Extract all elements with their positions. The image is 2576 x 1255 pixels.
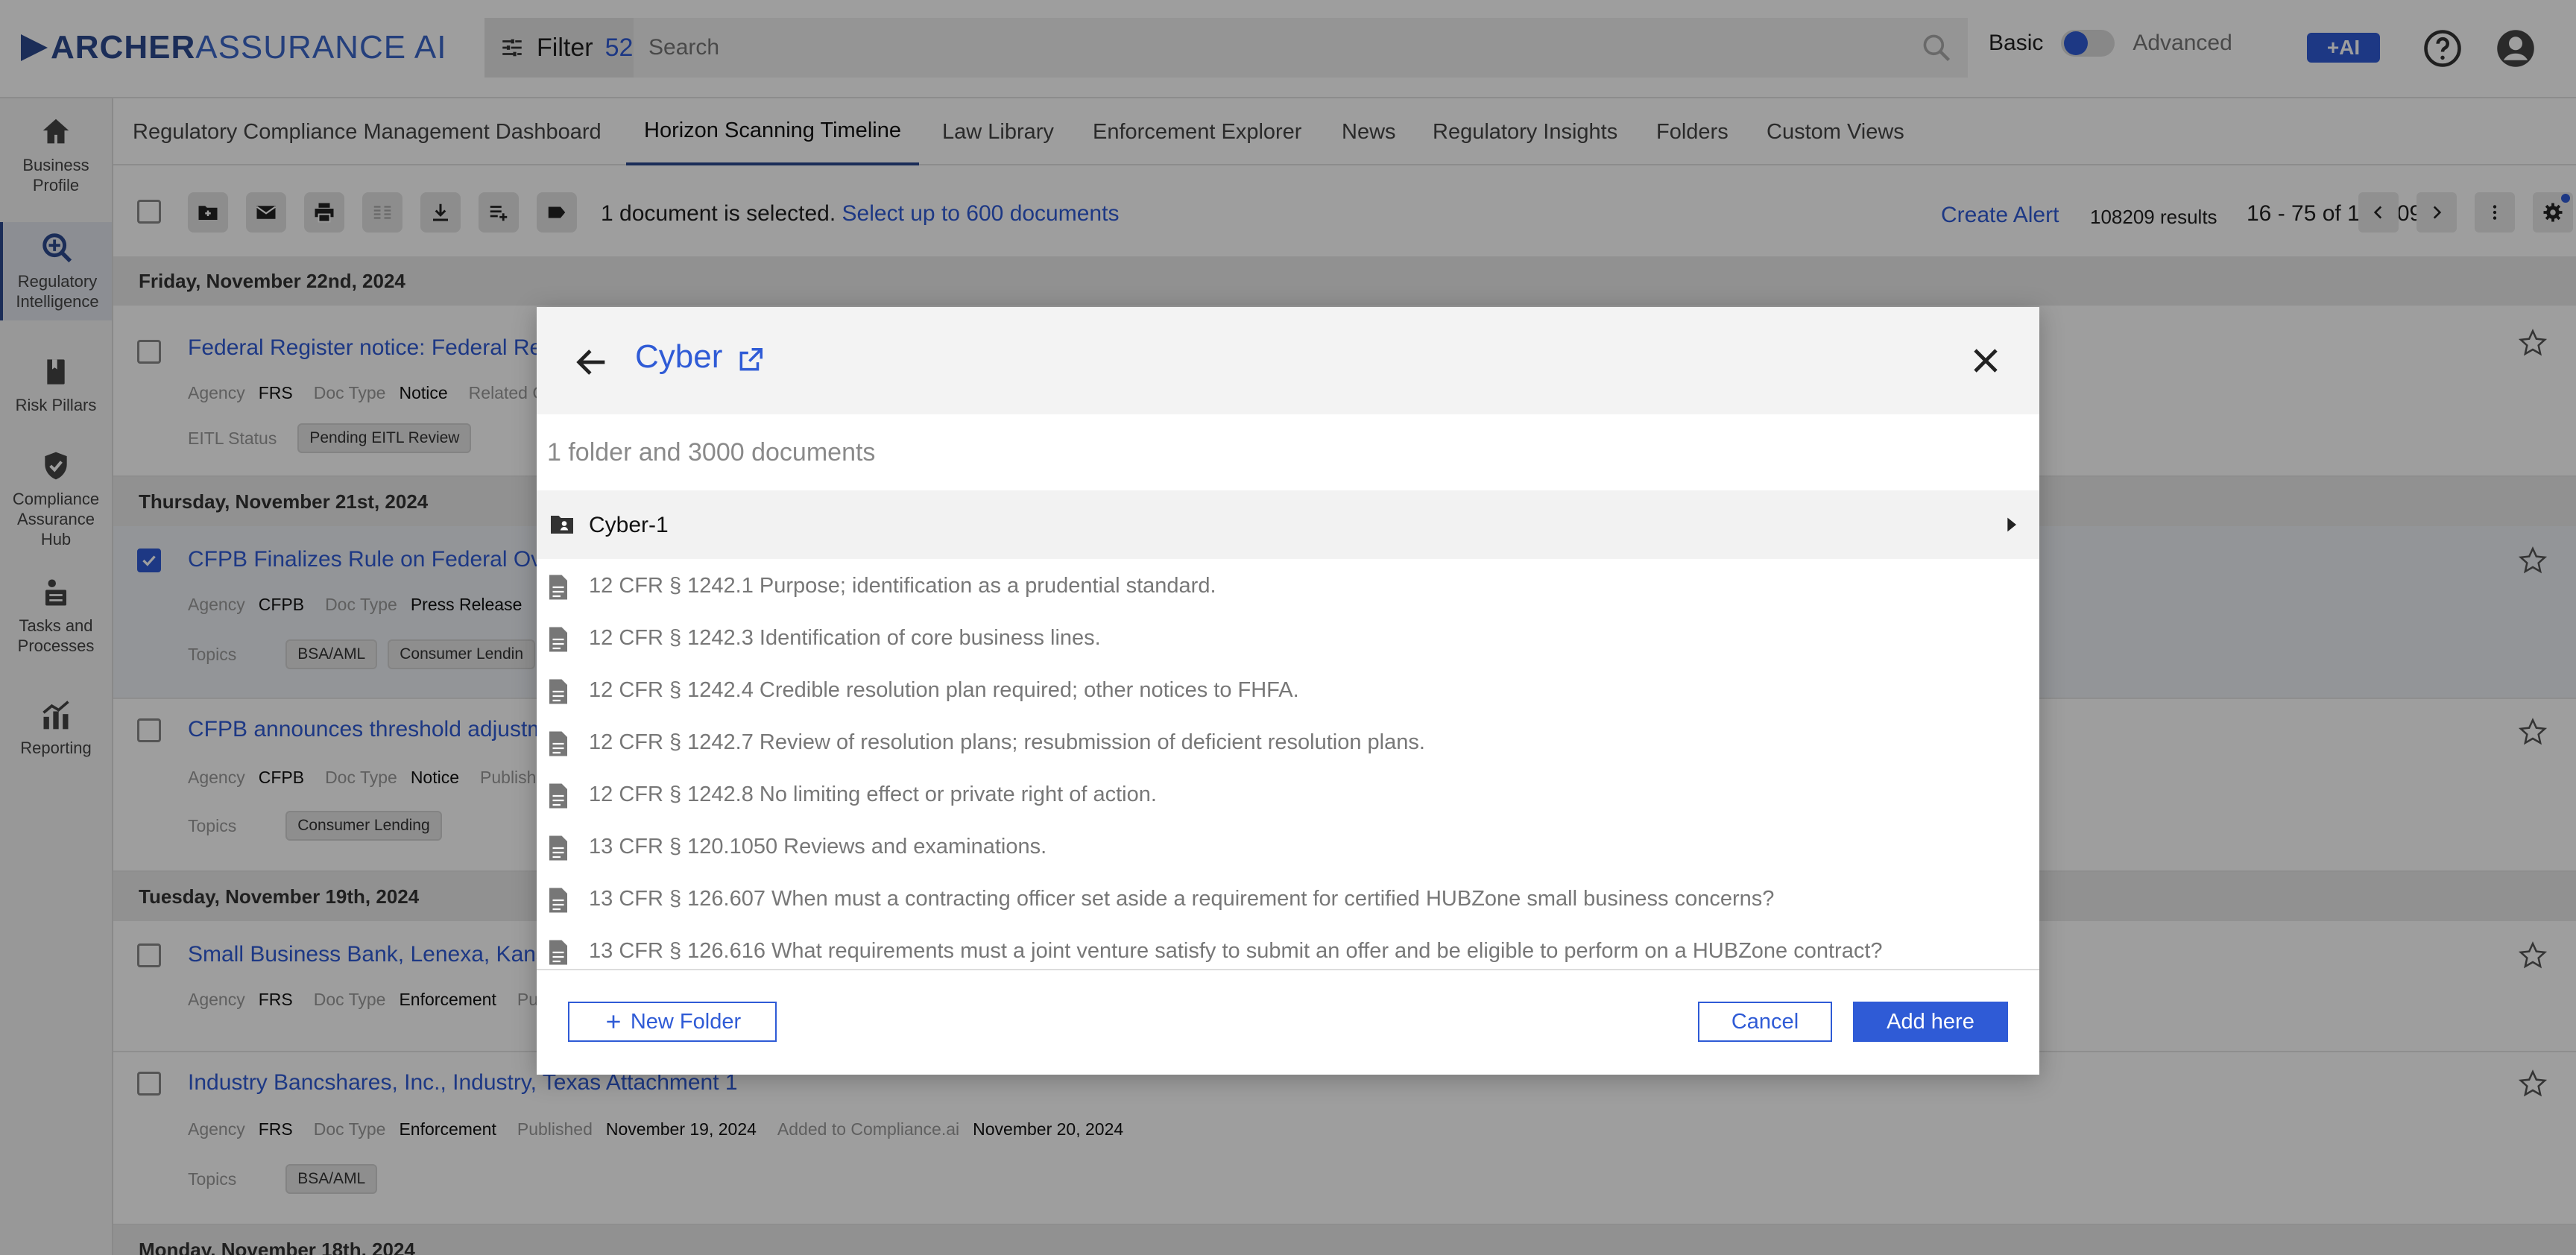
list-item: 12 CFR § 1242.4 Credible resolution plan…: [537, 663, 2039, 715]
document-name: 13 CFR § 120.1050 Reviews and examinatio…: [589, 835, 1047, 859]
document-icon: [549, 627, 567, 652]
document-icon: [549, 888, 567, 913]
dialog-footer: New Folder Cancel Add here: [537, 969, 2039, 1075]
document-name: 12 CFR § 1242.8 No limiting effect or pr…: [589, 783, 1157, 806]
add-to-folder-dialog: Cyber 1 folder and 3000 documents Cyber-…: [537, 307, 2039, 1075]
close-icon[interactable]: [1968, 343, 2004, 379]
add-here-button[interactable]: Add here: [1853, 1002, 2008, 1042]
document-name: 13 CFR § 126.616 What requirements must …: [589, 939, 1883, 963]
plus-icon: [607, 1015, 620, 1028]
document-icon: [549, 731, 567, 756]
open-external-icon[interactable]: [736, 346, 765, 374]
new-folder-label: New Folder: [630, 1009, 742, 1034]
document-name: 12 CFR § 1242.3 Identification of core b…: [589, 626, 1101, 650]
list-item: 13 CFR § 126.607 When must a contracting…: [537, 872, 2039, 924]
document-icon: [549, 940, 567, 965]
list-item: 12 CFR § 1242.7 Review of resolution pla…: [537, 715, 2039, 768]
list-item: 12 CFR § 1242.3 Identification of core b…: [537, 611, 2039, 663]
caret-right-icon[interactable]: [2001, 514, 2021, 535]
folder-item-cyber-1[interactable]: Cyber-1: [537, 490, 2039, 559]
document-name: 12 CFR § 1242.1 Purpose; identification …: [589, 574, 1216, 598]
dialog-title: Cyber: [635, 338, 723, 375]
list-item: 12 CFR § 1242.8 No limiting effect or pr…: [537, 768, 2039, 820]
folder-content-count: 1 folder and 3000 documents: [547, 438, 876, 467]
list-item: 13 CFR § 120.1050 Reviews and examinatio…: [537, 820, 2039, 872]
document-icon: [549, 835, 567, 861]
back-arrow-icon[interactable]: [572, 343, 611, 382]
document-icon: [549, 679, 567, 704]
document-icon: [549, 575, 567, 600]
cancel-button[interactable]: Cancel: [1698, 1002, 1832, 1042]
document-name: 13 CFR § 126.607 When must a contracting…: [589, 887, 1775, 911]
new-folder-button[interactable]: New Folder: [568, 1002, 777, 1042]
shared-folder-icon: [551, 516, 573, 534]
folder-name: Cyber-1: [589, 513, 669, 537]
list-item: 13 CFR § 126.616 What requirements must …: [537, 924, 2039, 969]
document-icon: [549, 783, 567, 809]
list-item: 12 CFR § 1242.1 Purpose; identification …: [537, 559, 2039, 611]
document-name: 12 CFR § 1242.4 Credible resolution plan…: [589, 678, 1299, 702]
dialog-header: Cyber: [537, 307, 2039, 414]
document-name: 12 CFR § 1242.7 Review of resolution pla…: [589, 730, 1425, 754]
